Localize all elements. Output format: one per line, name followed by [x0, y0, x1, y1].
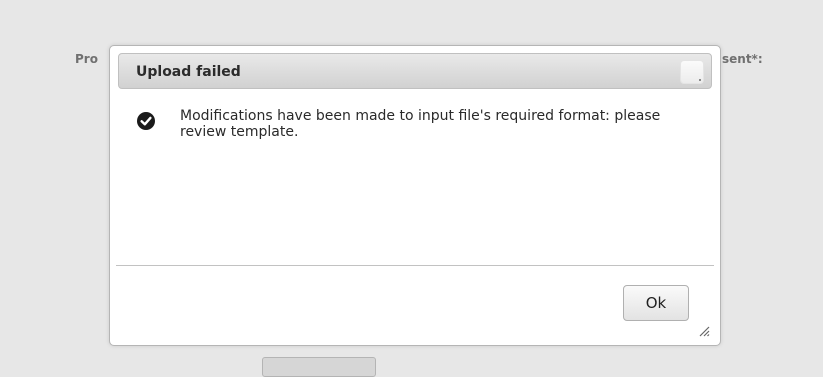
dialog-message: Modifications have been made to input fi…	[180, 108, 661, 140]
background-field-label-right: sent*:	[722, 52, 763, 66]
background-button[interactable]	[262, 357, 376, 377]
dialog-titlebar[interactable]: Upload failed	[118, 53, 712, 89]
resize-grip-icon[interactable]	[698, 325, 710, 337]
upload-failed-dialog: Upload failed Modifications have been ma…	[109, 45, 721, 346]
dialog-close-button[interactable]	[680, 60, 704, 84]
dialog-separator	[116, 265, 714, 266]
check-circle-icon	[137, 112, 155, 130]
dialog-title: Upload failed	[136, 64, 241, 80]
ok-button[interactable]: Ok	[623, 285, 689, 321]
